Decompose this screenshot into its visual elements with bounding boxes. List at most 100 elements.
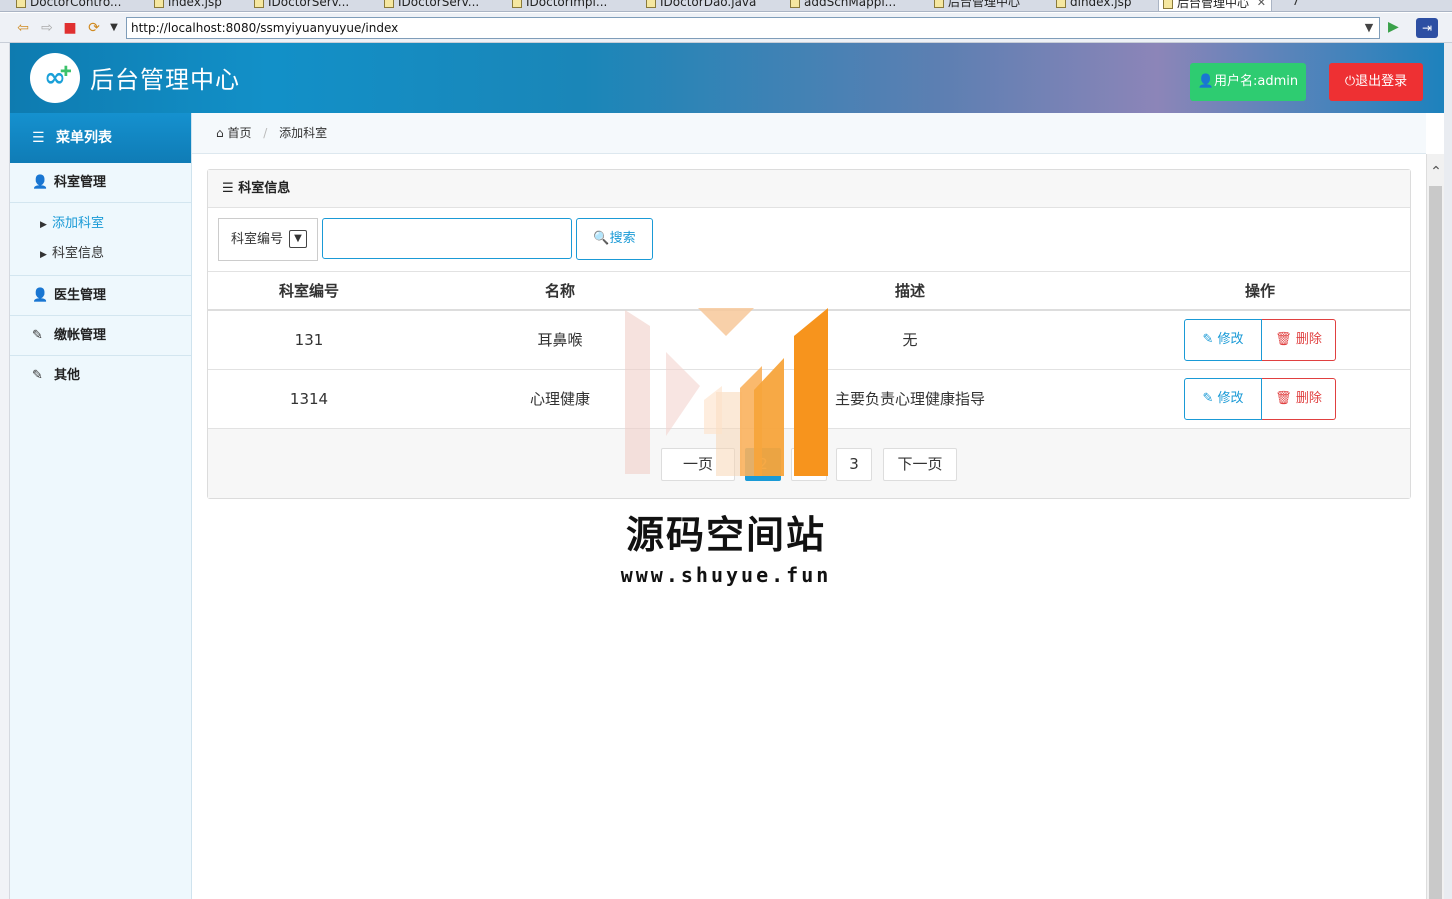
scrollbar-thumb[interactable] xyxy=(1429,186,1442,899)
sidebar-title: ☰ 菜单列表 xyxy=(10,113,191,163)
cell-actions: ✎ 修改 🗑 删除 xyxy=(1110,310,1410,370)
delete-button[interactable]: 🗑 删除 xyxy=(1262,318,1336,361)
chevron-down-icon[interactable]: ▼ xyxy=(105,19,123,37)
table-row: 1314 心理健康 主要负责心理健康指导 ✎ 修改 🗑 删除 xyxy=(208,369,1410,429)
pager-page-current[interactable]: 2 xyxy=(745,448,781,481)
chevron-up-icon[interactable]: ⌃ xyxy=(1427,164,1445,180)
breadcrumb-home[interactable]: 首页 xyxy=(227,126,251,140)
globe-icon xyxy=(1163,0,1173,9)
logo-icon: ∞ ✚ xyxy=(30,53,80,103)
ide-tab[interactable]: 后台管理中心 xyxy=(930,0,1020,11)
logout-button[interactable]: ⏻退出登录 xyxy=(1329,63,1423,101)
breadcrumb-current: 添加科室 xyxy=(279,126,328,140)
file-icon xyxy=(790,0,800,8)
ide-tab-strip: DoctorContro... index.jsp IDoctorServ...… xyxy=(0,0,1452,12)
caret-right-icon: ▶ xyxy=(40,220,47,230)
file-icon xyxy=(254,0,264,8)
sidebar-group-other[interactable]: ✎ 其他 xyxy=(10,356,191,396)
ide-tab[interactable]: IDoctorServ... xyxy=(250,0,349,11)
search-input[interactable] xyxy=(322,218,572,259)
list-icon: ☰ xyxy=(32,130,45,146)
edit-icon: ✎ xyxy=(32,328,43,343)
tab-overflow[interactable]: 7 xyxy=(1292,0,1300,8)
breadcrumb: ⌂ 首页 / 添加科室 xyxy=(192,113,1426,154)
user-button[interactable]: 👤用户名:admin xyxy=(1190,63,1306,101)
address-bar[interactable]: http://localhost:8080/ssmyiyuanyuyue/ind… xyxy=(126,17,1380,39)
cell-desc: 无 xyxy=(710,310,1110,370)
search-icon: 🔍 xyxy=(593,231,610,246)
cell-actions: ✎ 修改 🗑 删除 xyxy=(1110,369,1410,429)
file-icon xyxy=(1056,0,1066,8)
ide-tab[interactable]: IDoctorDao.java xyxy=(642,0,756,11)
close-icon[interactable]: ✕ xyxy=(1257,0,1266,11)
window-edge xyxy=(1444,43,1452,899)
col-header-desc: 描述 xyxy=(710,272,1110,311)
chevron-down-icon[interactable]: ▼ xyxy=(1361,18,1377,38)
ide-tab[interactable]: DoctorContro... xyxy=(12,0,121,11)
file-icon xyxy=(512,0,522,8)
table-header-row: 科室编号 名称 描述 操作 xyxy=(208,272,1410,311)
ide-tab-active[interactable]: 后台管理中心 ✕ xyxy=(1158,0,1273,11)
caret-right-icon: ▶ xyxy=(40,250,47,260)
sidebar-item-department-info[interactable]: ▶ 科室信息 xyxy=(10,239,191,269)
vertical-scrollbar[interactable]: ⌃ xyxy=(1426,154,1444,899)
pager-page-3[interactable]: 3 xyxy=(836,448,872,481)
sidebar-group-department[interactable]: 👤 科室管理 xyxy=(10,163,191,203)
trash-icon: 🗑 xyxy=(1275,331,1292,347)
refresh-icon[interactable]: ⟳ xyxy=(85,19,103,37)
sidebar-item-add-department[interactable]: ▶ 添加科室 xyxy=(10,209,191,239)
delete-button[interactable]: 🗑 删除 xyxy=(1262,377,1336,420)
edit-icon: ✎ xyxy=(1202,390,1214,406)
ide-tab[interactable]: IDoctorImpl... xyxy=(508,0,607,11)
ide-tab[interactable]: index.jsp xyxy=(150,0,222,11)
edit-button[interactable]: ✎ 修改 xyxy=(1184,377,1262,420)
external-browser-icon[interactable]: ⇥ xyxy=(1416,18,1438,38)
power-icon: ⏻ xyxy=(1344,74,1356,89)
panel-title: ☰ 科室信息 xyxy=(208,170,1410,208)
col-header-name: 名称 xyxy=(410,272,710,311)
cell-id: 131 xyxy=(208,310,410,370)
app-title: 后台管理中心 xyxy=(90,66,240,94)
list-icon: ☰ xyxy=(222,181,234,196)
pager-next[interactable]: 下一页 xyxy=(883,448,957,481)
search-row: 科室编号 ▼ 🔍搜索 xyxy=(208,208,1410,272)
window-edge xyxy=(0,43,10,899)
col-header-id: 科室编号 xyxy=(208,272,410,311)
go-icon[interactable]: ▶ xyxy=(1388,19,1399,35)
file-icon xyxy=(384,0,394,8)
watermark-url: www.shuyue.fun xyxy=(620,563,832,587)
pager-page[interactable] xyxy=(791,448,827,481)
department-panel: ☰ 科室信息 科室编号 ▼ 🔍搜索 科室编号 名称 描述 操作 131 耳鼻喉 … xyxy=(207,169,1411,499)
user-icon: 👤 xyxy=(1197,74,1215,89)
sidebar: ☰ 菜单列表 👤 科室管理 ▶ 添加科室 ▶ 科室信息 👤 医生管理 ✎ 缴帐管理 ✎ 其他 xyxy=(10,113,192,899)
chevron-down-icon[interactable]: ▼ xyxy=(289,230,307,248)
search-button[interactable]: 🔍搜索 xyxy=(576,218,653,260)
ide-tab[interactable]: IDoctorServ... xyxy=(380,0,479,11)
pager-prev[interactable]: 一页 xyxy=(661,448,735,481)
cell-name: 心理健康 xyxy=(410,369,710,429)
trash-icon: 🗑 xyxy=(1275,390,1292,406)
ide-tab[interactable]: addSchMappi... xyxy=(786,0,896,11)
app-header: ∞ ✚ 后台管理中心 👤用户名:admin ⏻退出登录 xyxy=(10,43,1444,113)
ide-tab[interactable]: dindex.jsp xyxy=(1052,0,1131,11)
search-field-select[interactable]: 科室编号 ▼ xyxy=(218,218,318,261)
edit-button[interactable]: ✎ 修改 xyxy=(1184,318,1262,361)
cell-desc: 主要负责心理健康指导 xyxy=(710,369,1110,429)
edit-icon: ✎ xyxy=(1202,331,1214,347)
sidebar-group-billing[interactable]: ✎ 缴帐管理 xyxy=(10,316,191,356)
file-icon xyxy=(646,0,656,8)
forward-icon[interactable]: ⇨ xyxy=(38,19,56,37)
user-icon: 👤 xyxy=(32,288,49,303)
watermark-text: 源码空间站 xyxy=(625,513,826,557)
stop-icon[interactable]: ■ xyxy=(61,19,79,37)
breadcrumb-separator: / xyxy=(263,126,268,140)
file-icon xyxy=(154,0,164,8)
pagination: 一页 2 3 下一页 xyxy=(208,429,1410,498)
sidebar-group-doctor[interactable]: 👤 医生管理 xyxy=(10,276,191,316)
col-header-actions: 操作 xyxy=(1110,272,1410,311)
globe-icon xyxy=(934,0,944,8)
home-icon: ⌂ xyxy=(216,126,224,140)
table-row: 131 耳鼻喉 无 ✎ 修改 🗑 删除 xyxy=(208,310,1410,370)
back-icon[interactable]: ⇦ xyxy=(14,19,32,37)
sidebar-submenu: ▶ 添加科室 ▶ 科室信息 xyxy=(10,203,191,276)
